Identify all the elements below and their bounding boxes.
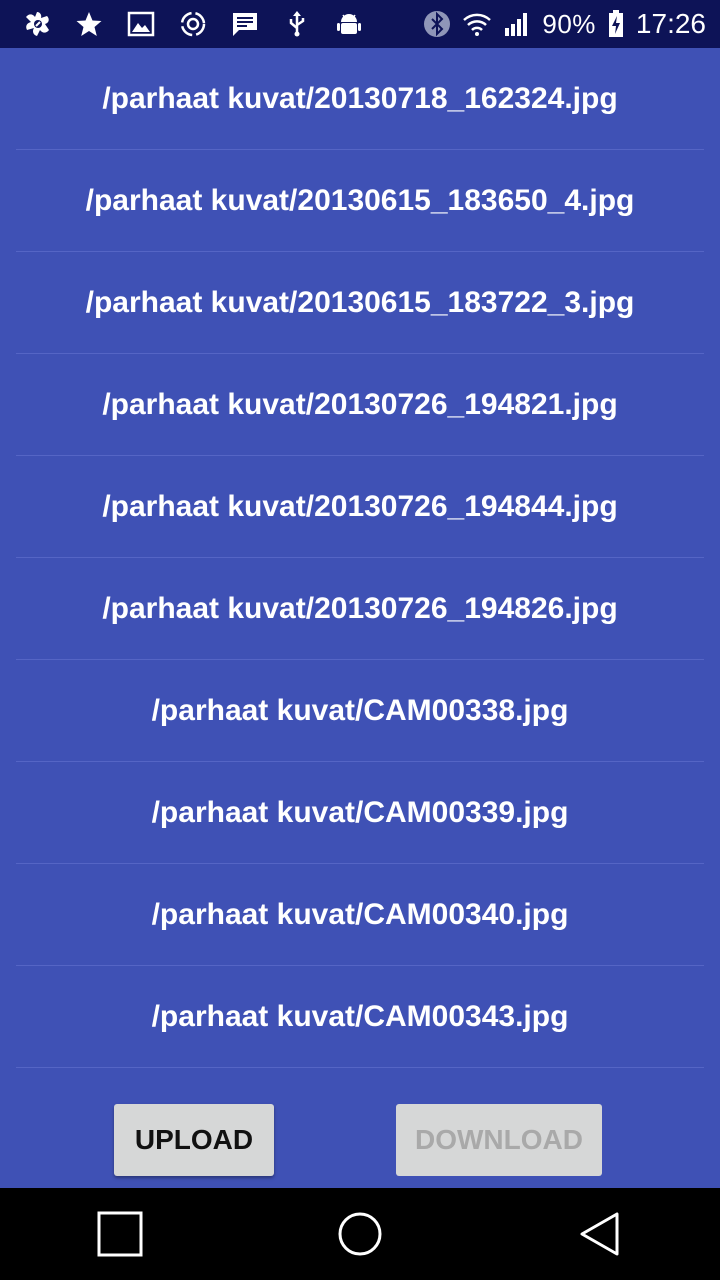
- home-circle-icon[interactable]: [300, 1188, 420, 1280]
- battery-percentage: 90%: [542, 8, 596, 39]
- sync-spiral-icon: [178, 9, 208, 39]
- status-bar: 90% 17:26: [0, 0, 720, 48]
- usb-icon: [282, 9, 312, 39]
- upload-button[interactable]: UPLOAD: [114, 1104, 274, 1176]
- message-icon: [230, 9, 260, 39]
- avast-icon: [22, 9, 52, 39]
- list-item[interactable]: /parhaat kuvat/CAM00338.jpg: [16, 660, 704, 762]
- gallery-icon: [126, 9, 156, 39]
- star-icon: [74, 9, 104, 39]
- bluetooth-icon: [422, 9, 452, 39]
- download-button[interactable]: DOWNLOAD: [396, 1104, 602, 1176]
- file-path: /parhaat kuvat/20130726_194826.jpg: [102, 591, 618, 625]
- list-item[interactable]: /parhaat kuvat/CAM00343.jpg: [16, 966, 704, 1068]
- notification-icons: [0, 0, 364, 48]
- list-item[interactable]: /parhaat kuvat/20130726_194826.jpg: [16, 558, 704, 660]
- list-item[interactable]: /parhaat kuvat/20130726_194844.jpg: [16, 456, 704, 558]
- list-item[interactable]: /parhaat kuvat/20130615_183722_3.jpg: [16, 252, 704, 354]
- file-path: /parhaat kuvat/CAM00343.jpg: [151, 999, 569, 1033]
- battery-charging-icon: [606, 9, 626, 39]
- list-item[interactable]: /parhaat kuvat/20130615_183650_4.jpg: [16, 150, 704, 252]
- android-debug-icon: [334, 9, 364, 39]
- file-path: /parhaat kuvat/20130615_183650_4.jpg: [85, 183, 635, 217]
- list-item[interactable]: /parhaat kuvat/CAM00339.jpg: [16, 762, 704, 864]
- recents-square-icon[interactable]: [60, 1188, 180, 1280]
- list-item[interactable]: /parhaat kuvat/CAM00340.jpg: [16, 864, 704, 966]
- file-path: /parhaat kuvat/20130726_194844.jpg: [102, 489, 618, 523]
- file-path: /parhaat kuvat/CAM00340.jpg: [151, 897, 569, 931]
- list-item[interactable]: /parhaat kuvat/20130718_162324.jpg: [16, 48, 704, 150]
- back-triangle-icon[interactable]: [540, 1188, 660, 1280]
- file-path: /parhaat kuvat/20130726_194821.jpg: [102, 387, 618, 421]
- list-item[interactable]: /parhaat kuvat/20130726_194821.jpg: [16, 354, 704, 456]
- system-status: 90% 17:26: [422, 0, 720, 48]
- wifi-icon: [462, 9, 492, 39]
- file-path: /parhaat kuvat/20130615_183722_3.jpg: [85, 285, 635, 319]
- file-path: /parhaat kuvat/20130718_162324.jpg: [102, 81, 618, 115]
- file-list: /parhaat kuvat/20130718_162324.jpg /parh…: [16, 48, 704, 1068]
- file-path: /parhaat kuvat/CAM00338.jpg: [151, 693, 569, 727]
- navigation-bar: [0, 1188, 720, 1280]
- signal-icon: [502, 9, 532, 39]
- clock: 17:26: [635, 8, 706, 39]
- file-path: /parhaat kuvat/CAM00339.jpg: [151, 795, 569, 829]
